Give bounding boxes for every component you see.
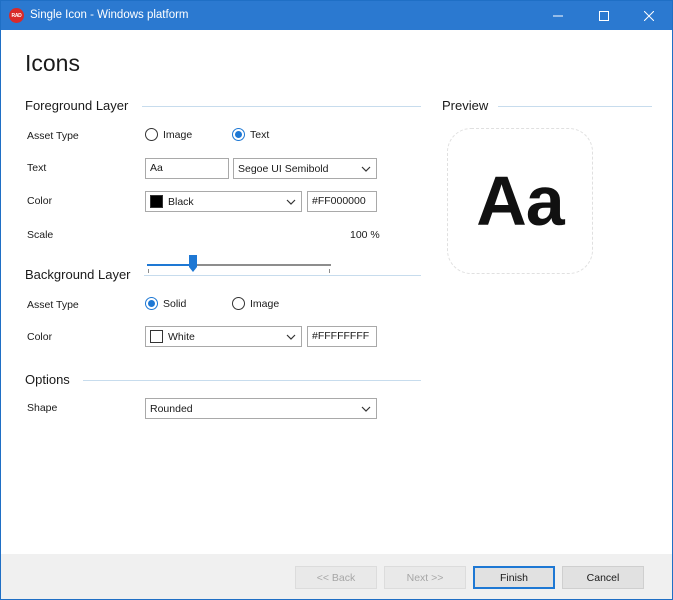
fg-asset-type-label: Asset Type (27, 130, 79, 142)
maximize-icon (599, 10, 609, 21)
fg-asset-type-image-radio[interactable]: Image (145, 128, 192, 141)
slider-tick-min (148, 269, 149, 273)
dialog-window: RAD Single Icon - Windows platform Icons… (0, 0, 673, 600)
shape-value: Rounded (150, 402, 193, 415)
dialog-footer: << Back Next >> Finish Cancel (1, 554, 672, 599)
preview-section-title: Preview (442, 98, 489, 113)
close-icon (644, 10, 654, 21)
fg-text-label: Text (27, 162, 47, 174)
window-title: Single Icon - Windows platform (30, 9, 189, 21)
fg-color-name: Black (168, 195, 194, 208)
shape-dropdown[interactable]: Rounded (145, 398, 377, 419)
radio-checked-icon (232, 128, 245, 141)
fg-color-hex-input[interactable]: #FF000000 (307, 191, 377, 212)
radio-checked-icon (145, 297, 158, 310)
fg-asset-type-text-radio[interactable]: Text (232, 128, 269, 141)
foreground-section-title: Foreground Layer (25, 98, 129, 113)
bg-asset-type-image-label: Image (250, 297, 280, 310)
back-button[interactable]: << Back (295, 566, 377, 589)
fg-text-input[interactable]: Aa (145, 158, 229, 179)
fg-color-dropdown[interactable]: Black (145, 191, 302, 212)
foreground-divider (142, 106, 421, 107)
chevron-down-icon (286, 199, 296, 205)
radio-unchecked-icon (232, 297, 245, 310)
minimize-icon (553, 15, 563, 16)
finish-button[interactable]: Finish (473, 566, 555, 589)
background-section-title: Background Layer (25, 267, 131, 282)
cancel-button[interactable]: Cancel (562, 566, 644, 589)
preview-divider (498, 106, 652, 107)
bg-asset-type-label: Asset Type (27, 299, 79, 311)
dialog-content: Icons Foreground Layer Asset Type Image … (1, 30, 672, 554)
fg-scale-label: Scale (27, 229, 54, 241)
chevron-down-icon (361, 166, 371, 172)
bg-color-swatch (150, 330, 163, 343)
bg-asset-type-image-radio[interactable]: Image (232, 297, 279, 310)
bg-color-label: Color (27, 331, 53, 343)
bg-asset-type-solid-radio[interactable]: Solid (145, 297, 186, 310)
close-button[interactable] (626, 1, 672, 30)
fg-color-label: Color (27, 195, 53, 207)
bg-color-dropdown[interactable]: White (145, 326, 302, 347)
background-divider (144, 275, 421, 276)
bg-color-name: White (168, 330, 195, 343)
shape-label: Shape (27, 402, 58, 414)
fg-asset-type-text-label: Text (250, 128, 270, 141)
scale-slider-fill (147, 264, 193, 266)
page-title: Icons (25, 50, 80, 76)
chevron-down-icon (286, 334, 296, 340)
next-button[interactable]: Next >> (384, 566, 466, 589)
slider-tick-max (329, 269, 330, 273)
title-bar[interactable]: RAD Single Icon - Windows platform (1, 1, 672, 30)
rad-app-icon: RAD (9, 8, 24, 23)
preview-text: Aa (476, 162, 564, 240)
fg-font-value: Segoe UI Semibold (238, 162, 329, 175)
scale-slider-thumb[interactable] (189, 255, 197, 272)
bg-color-hex-input[interactable]: #FFFFFFFF (307, 326, 377, 347)
fg-color-swatch (150, 195, 163, 208)
options-section-title: Options (25, 372, 70, 387)
options-divider (83, 380, 421, 381)
minimize-button[interactable] (535, 1, 581, 30)
icon-preview: Aa (447, 128, 593, 274)
chevron-down-icon (361, 406, 371, 412)
fg-scale-value: 100 % (350, 229, 380, 241)
radio-unchecked-icon (145, 128, 158, 141)
bg-asset-type-solid-label: Solid (163, 297, 187, 310)
fg-font-dropdown[interactable]: Segoe UI Semibold (233, 158, 377, 179)
fg-asset-type-image-label: Image (163, 128, 193, 141)
maximize-button[interactable] (581, 1, 627, 30)
